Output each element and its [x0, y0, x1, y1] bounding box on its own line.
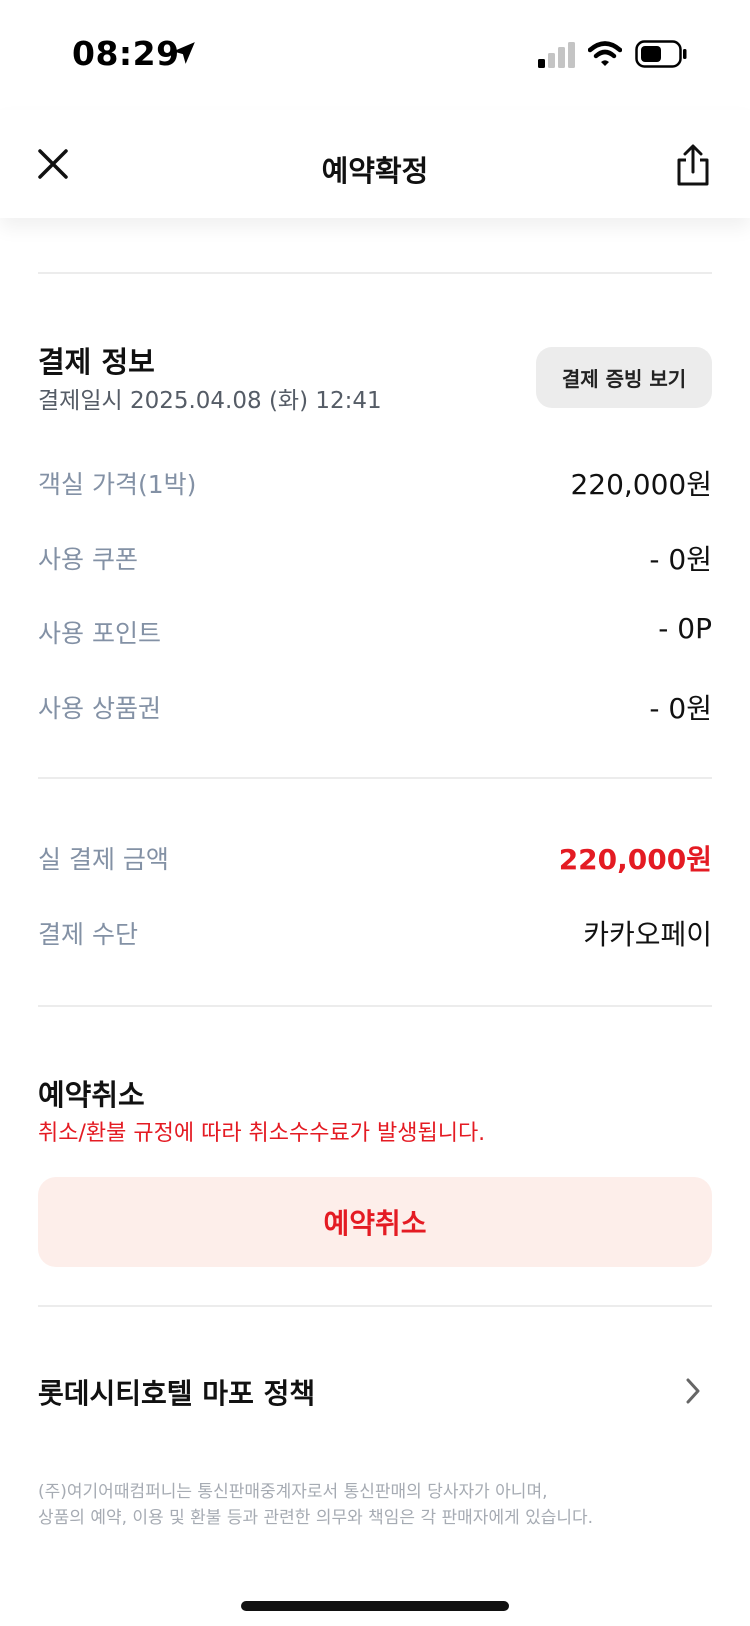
divider: [38, 1005, 712, 1007]
status-time: 08:29: [72, 34, 180, 73]
hotel-policy-label: 롯데시티호텔 마포 정책: [38, 1377, 316, 1410]
cellular-signal-icon: [538, 42, 575, 68]
row-label: 객실 가격(1박): [38, 470, 197, 499]
points-row: 사용 포인트 - 0P: [38, 612, 712, 654]
row-label: 사용 포인트: [38, 619, 161, 648]
chevron-right-icon: [686, 1378, 700, 1404]
payment-method-value: 카카오페이: [583, 918, 712, 951]
header: 예약확정: [0, 110, 750, 218]
payment-datetime: 결제일시 2025.04.08 (화) 12:41: [38, 388, 382, 414]
row-value: - 0P: [658, 612, 712, 645]
row-value: - 0원: [649, 692, 712, 725]
page-title: 예약확정: [321, 154, 429, 188]
divider: [38, 272, 712, 274]
location-arrow-icon: [173, 42, 195, 64]
row-label: 사용 상품권: [38, 694, 161, 723]
reservation-confirmed-screen: 08:29 예약확정 결제 정보 결제일시 2025.04.08 (화) 12:…: [0, 0, 750, 1626]
divider: [38, 777, 712, 779]
divider: [38, 1305, 712, 1307]
payment-section-title: 결제 정보: [38, 345, 155, 379]
gift-card-row: 사용 상품권 - 0원: [38, 689, 712, 729]
coupon-row: 사용 쿠폰 - 0원: [38, 540, 712, 580]
total-amount-value: 220,000원: [558, 843, 712, 876]
legal-notice-line: 상품의 예약, 이용 및 환불 등과 관련한 의무와 책임은 각 판매자에게 있…: [38, 1508, 594, 1528]
legal-notice-line: (주)여기어때컴퍼니는 통신판매중계자로서 통신판매의 당사자가 아니며,: [38, 1482, 548, 1502]
row-value: - 0원: [649, 543, 712, 576]
total-amount-row: 실 결제 금액 220,000원: [38, 840, 712, 880]
row-value: 220,000원: [570, 468, 712, 501]
cancellation-notice: 취소/환불 규정에 따라 취소수수료가 발생됩니다.: [38, 1121, 486, 1146]
status-bar: 08:29: [0, 0, 750, 110]
hotel-policy-link[interactable]: 롯데시티호텔 마포 정책: [0, 1350, 750, 1430]
battery-icon: [635, 40, 687, 68]
cancellation-title: 예약취소: [38, 1078, 145, 1112]
wifi-icon: [588, 41, 622, 66]
row-label: 사용 쿠폰: [38, 545, 138, 574]
home-indicator: [241, 1601, 509, 1611]
legal-notice: (주)여기어때컴퍼니는 통신판매중계자로서 통신판매의 당사자가 아니며, 상품…: [38, 1479, 593, 1531]
share-icon[interactable]: [673, 144, 713, 188]
payment-method-row: 결제 수단 카카오페이: [38, 915, 712, 955]
row-label: 결제 수단: [38, 920, 138, 949]
room-price-row: 객실 가격(1박) 220,000원: [38, 465, 712, 505]
cancel-reservation-button[interactable]: 예약취소: [38, 1177, 712, 1267]
row-label: 실 결제 금액: [38, 845, 169, 874]
payment-proof-button[interactable]: 결제 증빙 보기: [536, 347, 712, 408]
